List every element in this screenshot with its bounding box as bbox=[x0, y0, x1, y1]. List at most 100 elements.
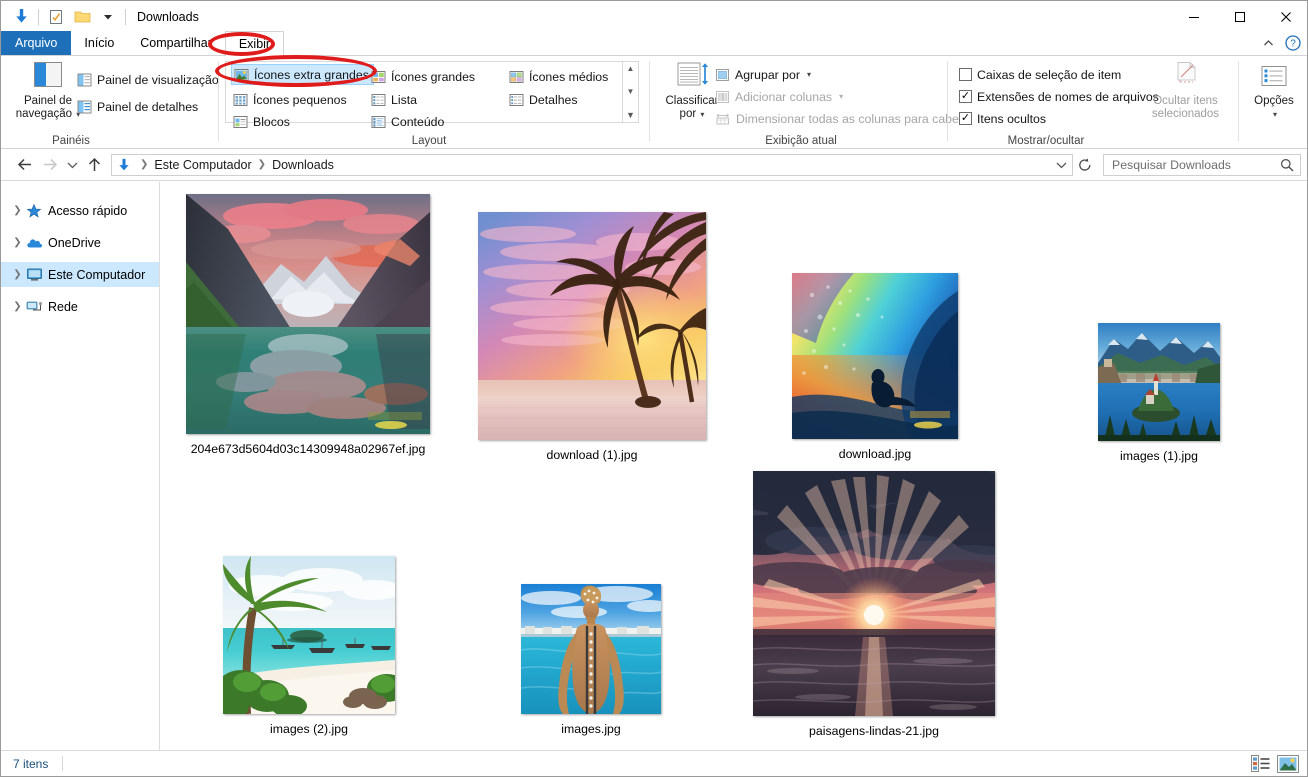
file-name-0: 204e673d5604d03c14309948a02967ef.jpg bbox=[190, 442, 426, 456]
sidebar-item-rede[interactable]: ❯ Rede bbox=[1, 294, 159, 319]
layout-icones-medios[interactable]: Ícones médios bbox=[509, 66, 608, 87]
layout-label-medium: Ícones médios bbox=[529, 69, 609, 84]
network-icon bbox=[26, 299, 48, 314]
item-count-label: 7 itens bbox=[13, 756, 49, 771]
layout-scroll-up-icon[interactable]: ▲ bbox=[627, 64, 635, 73]
thumbnail-ocean-sunrise-rays bbox=[753, 471, 995, 716]
tab-exibir[interactable]: Exibir bbox=[224, 31, 285, 56]
download-icon[interactable] bbox=[8, 4, 34, 30]
ribbon-tabs: Arquivo Início Compartilhar Exibir ? bbox=[1, 31, 1307, 56]
quick-access-toolbar bbox=[1, 1, 130, 32]
hide-selected-items-button: Ocultar itens selecionados bbox=[1143, 60, 1228, 121]
file-item-0[interactable]: 204e673d5604d03c14309948a02967ef.jpg bbox=[186, 194, 430, 456]
layout-label-tiles: Blocos bbox=[253, 114, 290, 129]
layout-detalhes[interactable]: Detalhes bbox=[509, 89, 578, 110]
current-view-group-label: Exibição atual bbox=[765, 135, 837, 147]
chevron-right-icon[interactable]: ❯ bbox=[9, 205, 26, 216]
details-pane-icon bbox=[77, 100, 92, 114]
hidden-items-item[interactable]: ✓ Itens ocultos bbox=[959, 108, 1046, 129]
sidebar-label-acesso-rapido: Acesso rápido bbox=[48, 203, 128, 218]
options-button[interactable]: Opções ▾ bbox=[1235, 64, 1307, 121]
group-by-icon bbox=[715, 68, 730, 82]
layout-label-list: Lista bbox=[391, 92, 417, 107]
cloud-icon bbox=[26, 236, 48, 250]
layout-icones-pequenos[interactable]: Ícones pequenos bbox=[233, 89, 347, 110]
maximize-icon[interactable] bbox=[1217, 1, 1263, 32]
forward-arrow-icon bbox=[37, 152, 63, 178]
up-arrow-icon[interactable] bbox=[81, 152, 107, 178]
layout-lista[interactable]: Lista bbox=[371, 89, 417, 110]
close-icon[interactable] bbox=[1263, 1, 1307, 32]
status-divider bbox=[62, 756, 64, 771]
file-item-6[interactable]: paisagens-lindas-21.jpg bbox=[753, 471, 995, 738]
tab-inicio[interactable]: Início bbox=[71, 31, 127, 55]
sidebar-item-este-computador[interactable]: ❯ Este Computador bbox=[1, 262, 159, 287]
content-icon bbox=[371, 115, 386, 129]
svg-text:?: ? bbox=[1290, 39, 1296, 50]
layout-conteudo[interactable]: Conteúdo bbox=[371, 111, 444, 132]
layout-blocos[interactable]: Blocos bbox=[233, 111, 290, 132]
file-extensions-item[interactable]: ✓ Extensões de nomes de arquivos bbox=[959, 86, 1159, 107]
tab-arquivo[interactable]: Arquivo bbox=[1, 31, 72, 55]
file-item-5[interactable]: images.jpg bbox=[521, 584, 661, 736]
breadcrumb[interactable]: ❯ Este Computador ❯ Downloads bbox=[111, 153, 1073, 176]
file-extensions-checkbox[interactable]: ✓ bbox=[959, 90, 972, 103]
chevron-right-icon[interactable]: ❯ bbox=[9, 301, 26, 312]
search-input[interactable]: Pesquisar Downloads bbox=[1103, 153, 1301, 176]
sidebar-item-acesso-rapido[interactable]: ❯ Acesso rápido bbox=[1, 198, 159, 223]
layout-scroll-down-icon[interactable]: ▼ bbox=[627, 87, 635, 96]
ribbon-group-options: Opções ▾ bbox=[1241, 56, 1305, 149]
file-name-5: images.jpg bbox=[561, 722, 621, 736]
group-by-label: Agrupar por bbox=[735, 67, 800, 82]
breadcrumb-item-1[interactable]: Downloads bbox=[272, 158, 334, 172]
layout-group-label: Layout bbox=[411, 135, 447, 147]
item-checkboxes-checkbox[interactable] bbox=[959, 68, 972, 81]
group-by-item[interactable]: Agrupar por ▾ bbox=[715, 64, 811, 85]
ribbon-group-show-hide: Caixas de seleção de item ✓ Extensões de… bbox=[951, 56, 1241, 149]
minimize-icon[interactable] bbox=[1171, 1, 1217, 32]
add-columns-label: Adicionar colunas bbox=[735, 89, 833, 104]
refresh-icon[interactable] bbox=[1073, 152, 1097, 178]
back-arrow-icon[interactable] bbox=[11, 152, 37, 178]
properties-icon[interactable] bbox=[43, 4, 69, 30]
file-list-view[interactable]: 204e673d5604d03c14309948a02967ef.jpg dow… bbox=[161, 182, 1307, 750]
chevron-right-icon[interactable]: ❯ bbox=[9, 237, 26, 248]
address-dropdown-icon[interactable] bbox=[1051, 155, 1072, 175]
qat-divider-1 bbox=[38, 8, 39, 25]
show-hide-group-label: Mostrar/ocultar bbox=[1007, 135, 1085, 147]
ribbon-group-panes: Painel de navegação ▾ Painel de visualiz… bbox=[1, 56, 219, 149]
preview-pane-item[interactable]: Painel de visualização bbox=[77, 69, 219, 90]
file-item-3[interactable]: images (1).jpg bbox=[1098, 323, 1220, 463]
hidden-items-checkbox[interactable]: ✓ bbox=[959, 112, 972, 125]
layout-icones-extra-grandes[interactable]: Ícones extra grandes bbox=[231, 64, 374, 85]
file-item-2[interactable]: download.jpg bbox=[792, 273, 958, 461]
thumbnail-woman-turquoise-sea bbox=[521, 584, 661, 714]
navigation-pane-button[interactable]: Painel de navegação ▾ bbox=[9, 60, 87, 121]
tab-compartilhar[interactable]: Compartilhar bbox=[127, 31, 225, 55]
search-icon[interactable] bbox=[1280, 158, 1294, 172]
collapse-ribbon-icon[interactable] bbox=[1262, 37, 1275, 50]
layout-expand-icon[interactable]: ▼ bbox=[626, 110, 635, 120]
layout-scrollbar[interactable]: ▲ ▼ ▼ bbox=[622, 62, 638, 122]
layout-icones-grandes[interactable]: Ícones grandes bbox=[371, 66, 475, 87]
file-item-4[interactable]: images (2).jpg bbox=[223, 556, 395, 736]
address-bar: ❯ Este Computador ❯ Downloads Pesquisar … bbox=[1, 149, 1307, 181]
panes-group-label: Painéis bbox=[52, 135, 90, 147]
customize-dropdown-icon[interactable] bbox=[95, 4, 121, 30]
thumbnail-palm-beach-sunset bbox=[478, 212, 706, 440]
add-columns-caret-icon: ▾ bbox=[839, 92, 844, 101]
breadcrumb-folder-icon bbox=[116, 157, 132, 173]
large-icons-view-icon[interactable] bbox=[1277, 754, 1299, 773]
help-icon[interactable]: ? bbox=[1285, 35, 1301, 51]
chevron-right-icon[interactable]: ❯ bbox=[9, 269, 26, 280]
details-view-icon[interactable] bbox=[1251, 754, 1270, 773]
group-by-caret-icon[interactable]: ▾ bbox=[807, 70, 811, 79]
breadcrumb-item-0[interactable]: Este Computador bbox=[154, 158, 251, 172]
new-folder-icon[interactable] bbox=[69, 4, 95, 30]
ribbon-group-layout: ▲ ▼ ▼ Ícones extra grandes Ícones pequen… bbox=[219, 56, 650, 149]
recent-locations-icon[interactable] bbox=[63, 152, 81, 178]
file-item-1[interactable]: download (1).jpg bbox=[478, 212, 706, 462]
details-pane-item[interactable]: Painel de detalhes bbox=[77, 96, 198, 117]
item-checkboxes-item[interactable]: Caixas de seleção de item bbox=[959, 64, 1121, 85]
sidebar-item-onedrive[interactable]: ❯ OneDrive bbox=[1, 230, 159, 255]
